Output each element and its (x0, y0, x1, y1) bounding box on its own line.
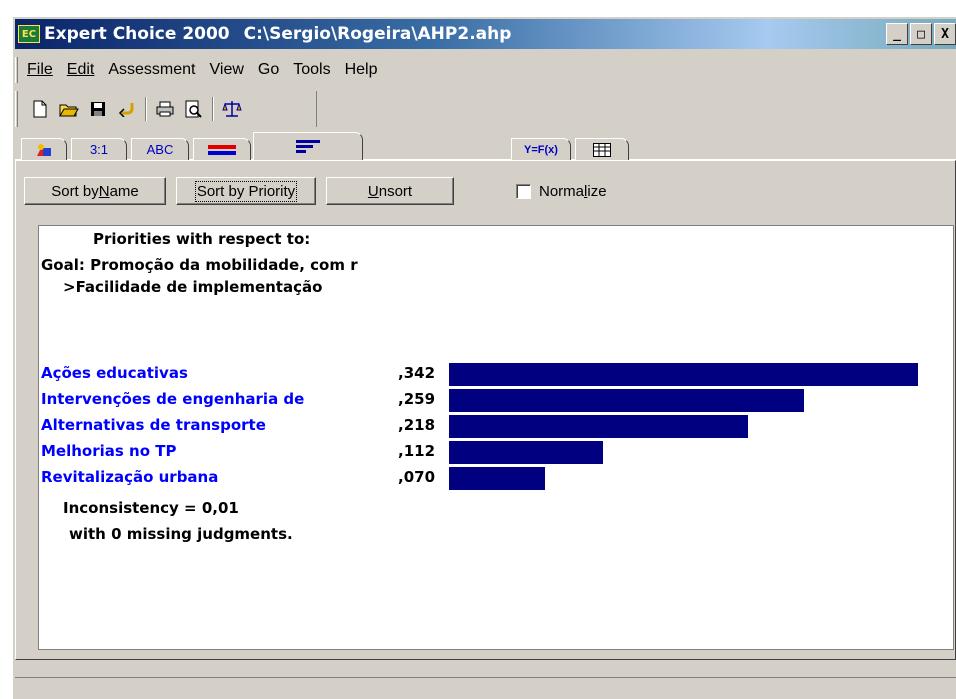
menu-tools[interactable]: Tools (293, 61, 330, 79)
priority-item-value: ,218 (398, 416, 436, 434)
priority-item-value: ,070 (398, 468, 436, 486)
tab-model[interactable] (21, 138, 67, 160)
undo-icon[interactable] (116, 98, 138, 120)
print-icon[interactable] (154, 98, 176, 120)
toolbar-separator (212, 97, 214, 121)
view-tabs: 3:1 ABC Y=F(x) (15, 132, 956, 160)
print-preview-icon[interactable] (183, 98, 205, 120)
priorities-panel: Sort by Name Sort by Priority Unsort Nor… (15, 160, 956, 660)
goal-label: Goal: Promoção da mobilidade, com r (41, 256, 358, 274)
priority-bar (449, 415, 748, 438)
priority-row[interactable]: Alternativas de transporte ,218 (41, 415, 941, 439)
tab-formula[interactable]: Y=F(x) (511, 138, 571, 160)
priority-bar (449, 363, 918, 386)
close-button[interactable]: X (934, 23, 956, 45)
missing-judgments-text: with 0 missing judgments. (69, 525, 293, 543)
tab-graphical[interactable] (193, 138, 251, 160)
normalize-label: Normalize (539, 183, 607, 200)
priorities-icon (296, 139, 320, 153)
priority-item-value: ,342 (398, 364, 436, 382)
menu-view[interactable]: View (210, 61, 244, 79)
tab-verbal[interactable]: ABC (131, 138, 189, 160)
normalize-checkbox-box[interactable] (516, 184, 531, 199)
priority-item-value: ,112 (398, 442, 436, 460)
graphical-icon (208, 144, 236, 155)
priority-item-value: ,259 (398, 390, 436, 408)
model-icon (37, 143, 51, 156)
tab-priorities[interactable] (253, 132, 363, 160)
verbal-tab-label: ABC (146, 142, 174, 157)
balance-scale-icon[interactable] (221, 98, 243, 120)
menu-bar: File Edit Assessment View Go Tools Help (15, 57, 956, 83)
menu-go[interactable]: Go (258, 61, 279, 79)
title-bar[interactable]: EC Expert Choice 2000 C:\Sergio\Rogeira\… (15, 19, 956, 49)
toolbar-separator (145, 97, 147, 121)
priorities-heading: Priorities with respect to: (93, 230, 311, 248)
menu-help[interactable]: Help (345, 61, 378, 79)
open-folder-icon[interactable] (58, 98, 80, 120)
sort-by-name-suffix: ame (109, 182, 139, 200)
menu-grip[interactable] (15, 57, 18, 83)
priority-item-label: Revitalização urbana (41, 468, 219, 486)
priority-row[interactable]: Melhorias no TP ,112 (41, 441, 941, 465)
unsort-button[interactable]: Unsort (326, 177, 454, 205)
node-label: >Facilidade de implementação (63, 278, 323, 296)
priority-row[interactable]: Intervenções de engenharia de ,259 (41, 389, 941, 413)
priority-bar (449, 467, 545, 490)
menu-file[interactable]: File (27, 61, 53, 79)
new-file-icon[interactable] (29, 98, 51, 120)
priority-item-label: Intervenções de engenharia de (41, 390, 305, 408)
status-bar (15, 677, 956, 699)
toolbar-grip[interactable] (15, 91, 18, 127)
toolbar (15, 91, 317, 127)
grid-icon (593, 142, 611, 157)
file-path: C:\Sergio\Rogeira\AHP2.ahp (243, 24, 512, 44)
unsort-suffix: nsort (378, 182, 413, 200)
numeric-tab-label: 3:1 (89, 142, 109, 157)
priority-item-label: Alternativas de transporte (41, 416, 266, 434)
tab-numeric[interactable]: 3:1 (71, 138, 127, 160)
priority-bar (449, 441, 603, 464)
sort-by-name-accel: N (98, 182, 110, 200)
sort-by-name-button[interactable]: Sort by Name (24, 177, 166, 205)
priorities-content: Priorities with respect to: Goal: Promoç… (38, 225, 954, 650)
priority-row[interactable]: Revitalização urbana ,070 (41, 467, 941, 491)
save-icon[interactable] (87, 98, 109, 120)
app-icon[interactable]: EC (18, 25, 40, 43)
unsort-accel: U (367, 182, 379, 200)
app-window: EC Expert Choice 2000 C:\Sergio\Rogeira\… (12, 16, 956, 699)
minimize-button[interactable]: _ (886, 23, 908, 45)
sort-by-priority-button[interactable]: Sort by Priority (176, 177, 316, 205)
app-title: Expert Choice 2000 (44, 24, 230, 44)
normalize-checkbox[interactable]: Normalize (516, 183, 607, 200)
sort-by-priority-label: Sort by Priority (194, 180, 298, 202)
priority-bar (449, 389, 804, 412)
priority-item-label: Melhorias no TP (41, 442, 177, 460)
menu-assessment[interactable]: Assessment (108, 61, 195, 79)
priority-row[interactable]: Ações educativas ,342 (41, 363, 941, 387)
sort-by-name-prefix: Sort by (51, 182, 99, 200)
tab-data-grid[interactable] (575, 138, 629, 160)
inconsistency-text: Inconsistency = 0,01 (63, 499, 239, 517)
priority-item-label: Ações educativas (41, 364, 188, 382)
formula-tab-label: Y=F(x) (524, 143, 558, 156)
maximize-button[interactable]: □ (910, 23, 932, 45)
menu-edit[interactable]: Edit (67, 61, 95, 79)
